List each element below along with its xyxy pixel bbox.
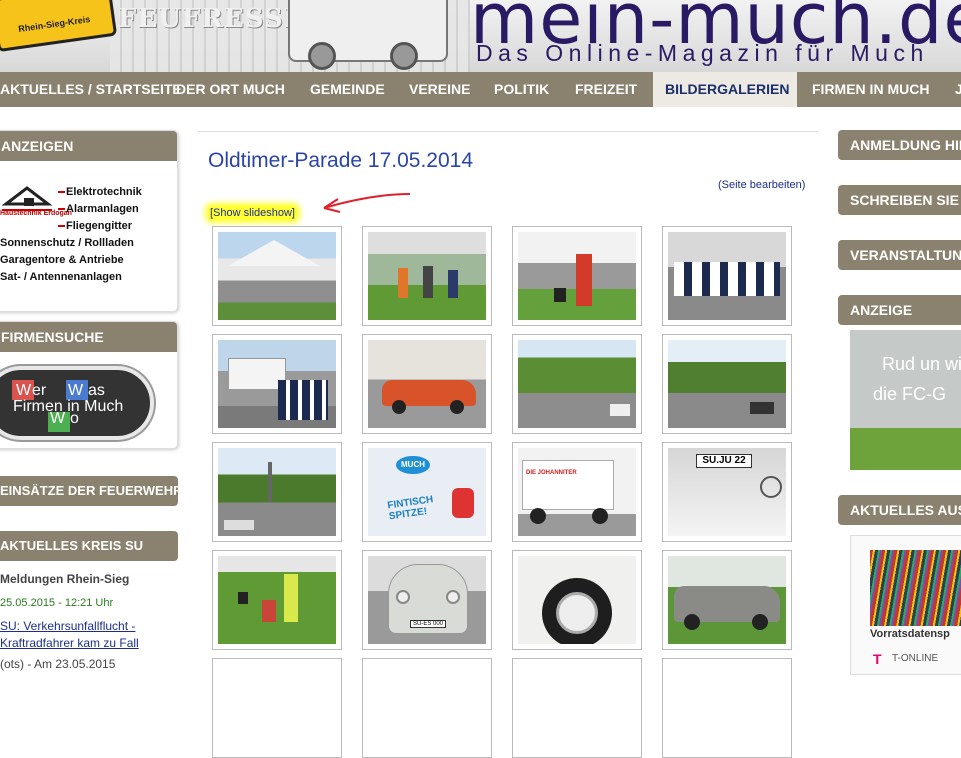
- nav-vereine[interactable]: Vereine: [397, 72, 482, 107]
- gallery-thumb-much-shirt[interactable]: MUCH FINTISCH SPITZE!: [362, 442, 492, 542]
- main-navigation: Aktuelles / Startseite Der Ort Much Geme…: [0, 72, 961, 107]
- gallery-thumb-orange-car[interactable]: [362, 334, 492, 434]
- news-source: Meldungen Rhein-Sieg: [0, 572, 130, 586]
- schreiben-heading[interactable]: Schreiben Sie: [838, 185, 961, 215]
- news-image-cables[interactable]: [870, 550, 961, 626]
- gallery-thumb-next[interactable]: [362, 658, 492, 758]
- ad-line: Sat- / Antennenanlagen: [0, 271, 122, 283]
- gallery-thumb-next[interactable]: [512, 658, 642, 758]
- veranstaltungen-heading[interactable]: Veranstaltungen: [838, 240, 961, 270]
- town-sign-logo[interactable]: Rhein-Sieg-Kreis: [0, 0, 118, 53]
- photo: [518, 556, 636, 644]
- anzeigen-heading: Anzeigen: [0, 131, 177, 161]
- gallery-thumb-next[interactable]: [212, 658, 342, 758]
- photo: [218, 448, 336, 536]
- wer-was-wo-button[interactable]: W er W as W o Firmen in Much: [0, 366, 154, 440]
- show-slideshow-link[interactable]: [Show slideshow]: [208, 206, 297, 220]
- site-subtitle: Das Online-Magazin für Much: [476, 40, 929, 66]
- ad-line: Alarmanlagen: [0, 201, 142, 218]
- much-logo-text: MUCH: [396, 456, 430, 474]
- ad-line: Fliegengitter: [0, 218, 142, 235]
- anmeldung-heading[interactable]: Anmeldung Hier: [838, 130, 961, 160]
- photo: MUCH FINTISCH SPITZE!: [368, 448, 486, 536]
- news-snippet: (ots) - Am 23.05.2015: [0, 657, 116, 671]
- gallery-thumb-tent[interactable]: [212, 226, 342, 326]
- beetle-plate: SU-ES 000: [410, 620, 447, 628]
- gallery-thumb-mercedes[interactable]: [662, 550, 792, 650]
- photo: [218, 556, 336, 644]
- news-title-link[interactable]: SU: Verkehrsunfallflucht - Kraftradfahre…: [0, 618, 160, 652]
- gallery-thumb-plate[interactable]: SU.JU 22: [662, 442, 792, 542]
- ad-line: Sonnenschutz / Rollladen: [0, 237, 134, 249]
- nav-more[interactable]: J: [943, 72, 961, 107]
- photo: [218, 340, 336, 428]
- vintage-bus-image: [288, 0, 448, 70]
- ad-line: Elektrotechnik: [0, 184, 142, 201]
- shirt-slogan: FINTISCH SPITZE!: [386, 494, 434, 523]
- gallery-thumb-street-trees[interactable]: [512, 334, 642, 434]
- edit-page-link[interactable]: (Seite bearbeiten): [718, 179, 805, 191]
- photo: [368, 340, 486, 428]
- anzeige-heading: Anzeige: [838, 295, 961, 325]
- gallery-thumb-church-street[interactable]: [212, 442, 342, 542]
- nav-gemeinde[interactable]: Gemeinde: [298, 72, 397, 107]
- page-title: Oldtimer-Parade 17.05.2014: [208, 149, 473, 172]
- gallery-thumb-street-cars[interactable]: [662, 334, 792, 434]
- photo: SU-ES 000: [368, 556, 486, 644]
- sign-text: Rhein-Sieg-Kreis: [17, 14, 91, 35]
- nav-bildergalerien[interactable]: Bildergalerien: [653, 72, 797, 107]
- gallery-thumb-johanniter-truck[interactable]: DIE JOHANNITER: [512, 442, 642, 542]
- photo: [668, 232, 786, 320]
- photo: DIE JOHANNITER: [518, 448, 636, 536]
- gallery-thumb-next[interactable]: [662, 658, 792, 758]
- nav-politik[interactable]: Politik: [482, 72, 561, 107]
- main-divider: [198, 131, 818, 132]
- t-online-source: T-ONLINE: [892, 653, 939, 664]
- red-arrow-annotation: [323, 193, 411, 213]
- feuerwehr-heading[interactable]: Einsätze der Feuerwehr: [0, 476, 178, 506]
- photo: [218, 232, 336, 320]
- gallery-thumb-man-red[interactable]: [512, 226, 642, 326]
- nav-freizeit[interactable]: Freizeit: [563, 72, 649, 107]
- ad-service-list[interactable]: Elektrotechnik Alarmanlagen Fliegengitte…: [0, 184, 142, 286]
- nav-firmen-in-much[interactable]: Firmen in Much: [800, 72, 941, 107]
- gallery-thumb-truck-group[interactable]: [212, 334, 342, 434]
- photo: [518, 340, 636, 428]
- photo: SU.JU 22: [668, 448, 786, 536]
- license-plate: SU.JU 22: [696, 454, 752, 468]
- ad-line-2: die FC-G: [873, 384, 947, 404]
- site-header: FEUFRESSER Rhein-Sieg-Kreis mein-much.de…: [0, 0, 961, 72]
- nav-der-ort-much[interactable]: Der Ort Much: [164, 72, 297, 107]
- news-caption-link[interactable]: Vorratsdatensp: [870, 628, 950, 640]
- photo: [668, 340, 786, 428]
- aktuelles-aus-heading[interactable]: Aktuelles aus: [838, 495, 961, 525]
- truck-label: DIE JOHANNITER: [526, 470, 577, 476]
- news-date: 25.05.2015 - 12:21 Uhr: [0, 597, 114, 609]
- ad-line: Garagentore & Antriebe: [0, 254, 124, 266]
- gallery-thumb-meadow-people[interactable]: [212, 550, 342, 650]
- gallery-thumb-seated-group[interactable]: [662, 226, 792, 326]
- firmensuche-heading: Firmensuche: [0, 322, 177, 352]
- photo: [518, 232, 636, 320]
- ad-line-1: Rud un wi: [882, 354, 961, 374]
- gallery-thumb-crowd[interactable]: [362, 226, 492, 326]
- photo: [368, 232, 486, 320]
- gallery-thumb-beetle-front[interactable]: SU-ES 000: [362, 550, 492, 650]
- photo: [668, 556, 786, 644]
- kreis-su-heading[interactable]: Aktuelles Kreis SU: [0, 531, 178, 561]
- firmen-in-much-label: Firmen in Much: [13, 398, 124, 415]
- gallery-thumb-wheel[interactable]: [512, 550, 642, 650]
